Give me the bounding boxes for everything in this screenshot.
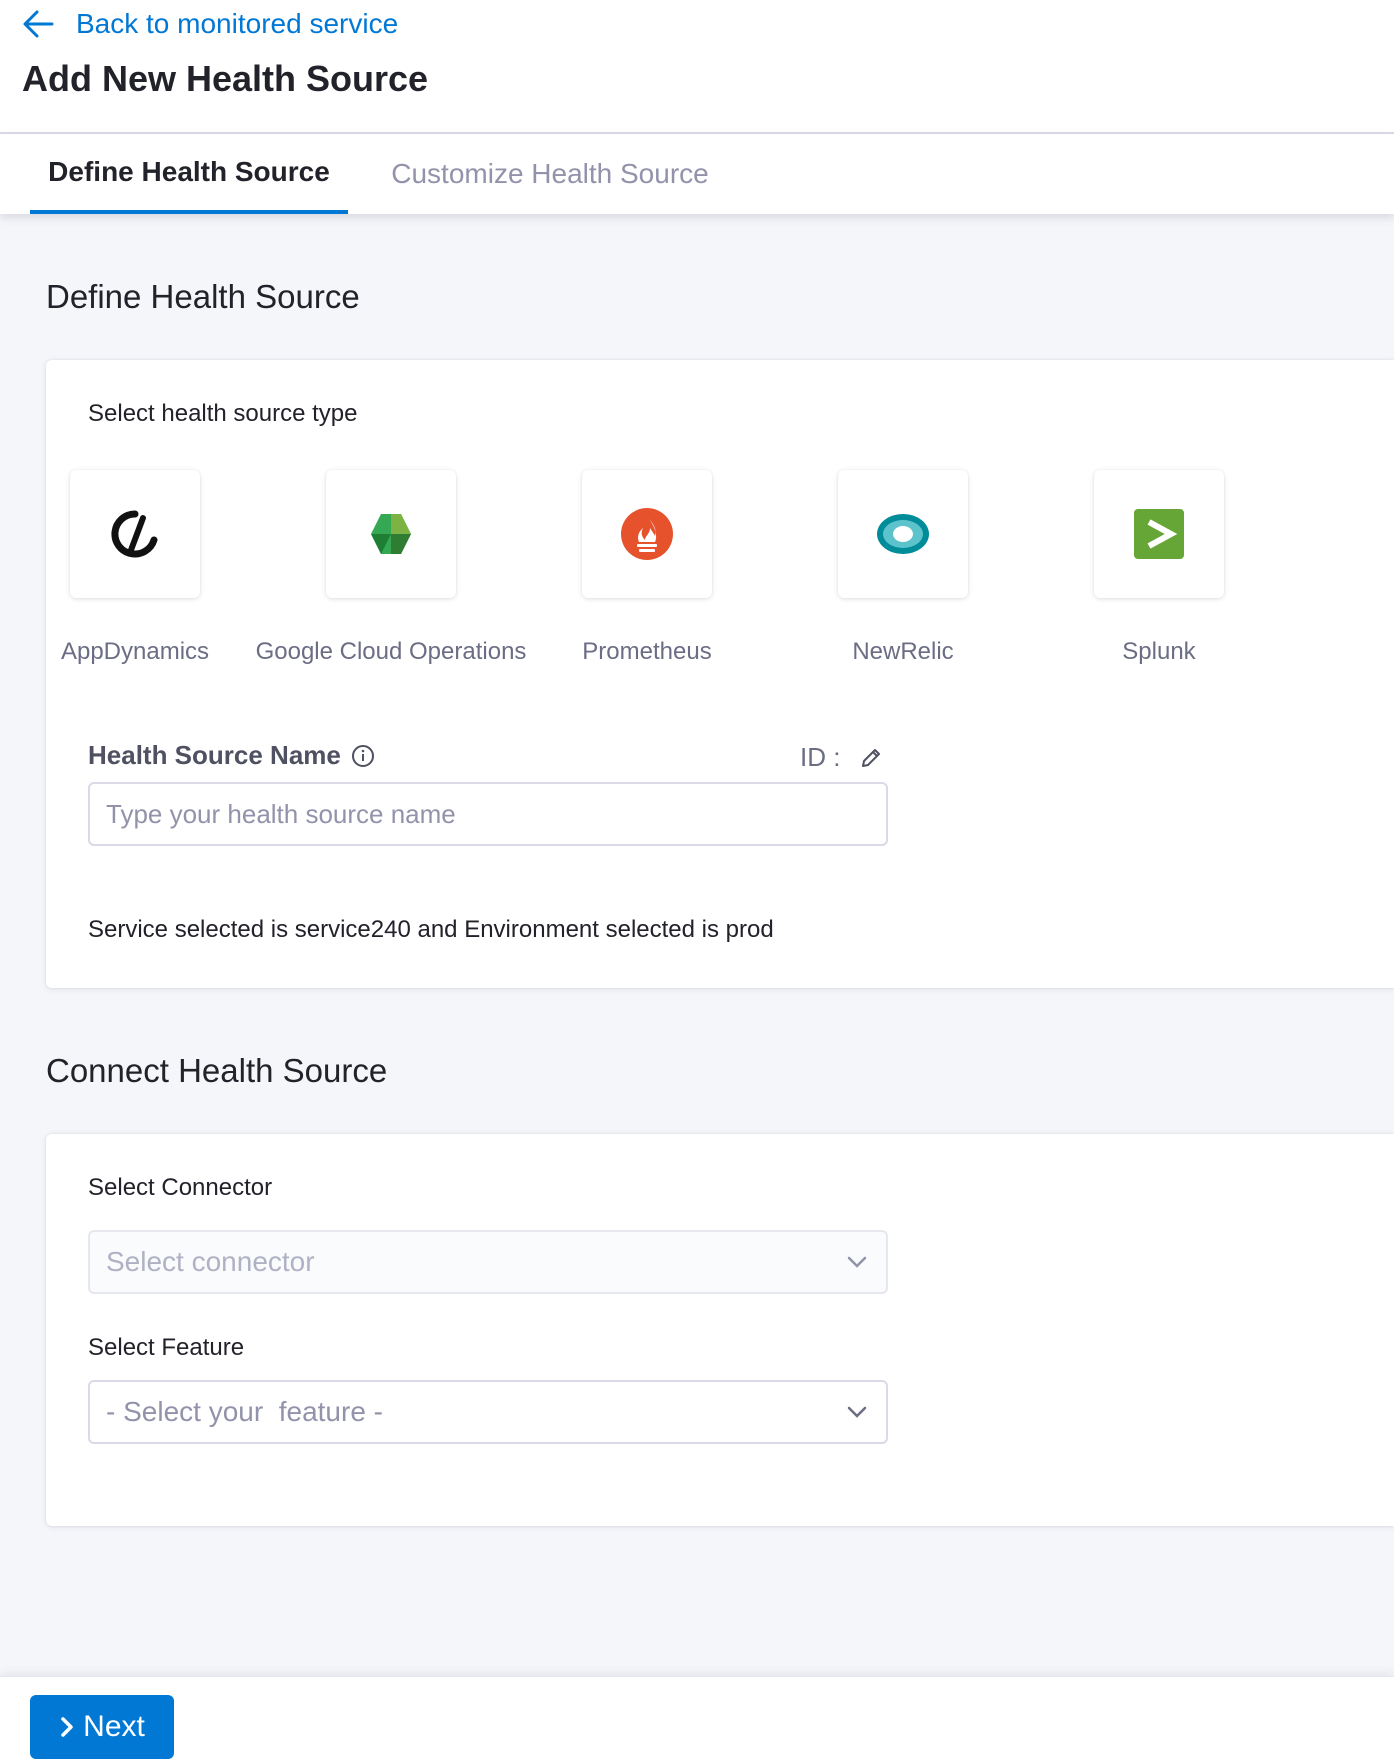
source-tile-box	[70, 470, 200, 598]
page-title: Add New Health Source	[22, 58, 429, 99]
source-name: AppDynamics	[60, 638, 210, 665]
health-source-id: ID :	[800, 742, 882, 773]
back-to-monitored-service-link[interactable]: Back to monitored service	[22, 6, 398, 42]
newrelic-logo-icon	[877, 514, 929, 554]
next-button-label: Next	[83, 1710, 145, 1743]
source-name: Prometheus	[582, 638, 712, 665]
select-connector-label: Select Connector	[88, 1174, 273, 1201]
feature-select-placeholder: - Select your feature -	[106, 1396, 384, 1427]
source-tile-box	[838, 470, 968, 598]
next-button[interactable]: Next	[30, 1695, 174, 1759]
connector-select[interactable]: Select connector	[88, 1230, 888, 1294]
pencil-icon[interactable]	[860, 747, 882, 769]
connector-select-placeholder: Select connector	[106, 1246, 315, 1277]
feature-select[interactable]: - Select your feature -	[88, 1380, 888, 1444]
source-tile-box	[1094, 470, 1224, 598]
tab-customize-health-source[interactable]: Customize Health Source	[380, 134, 720, 214]
wizard-tabs: Define Health Source Customize Health So…	[0, 134, 1394, 214]
id-label: ID :	[800, 742, 841, 772]
page-header: Back to monitored service Add New Health…	[0, 0, 1394, 134]
source-tile-box	[326, 470, 456, 598]
chevron-down-icon	[847, 1256, 867, 1268]
chevron-down-icon	[847, 1406, 867, 1418]
source-tile-splunk[interactable]: Splunk	[1014, 470, 1304, 680]
appdynamics-logo-icon	[111, 510, 158, 558]
source-tile-google-cloud-operations[interactable]: Google Cloud Operations	[246, 470, 536, 680]
wizard-footer: Next	[0, 1676, 1394, 1764]
google-cloud-operations-logo-icon	[371, 514, 411, 554]
select-feature-label: Select Feature	[88, 1334, 245, 1361]
arrow-left-icon	[23, 10, 54, 38]
selection-info-text: Service selected is service240 and Envir…	[88, 916, 774, 943]
chevron-right-icon	[61, 1717, 73, 1737]
tab-define-health-source[interactable]: Define Health Source	[30, 134, 348, 214]
source-name: Splunk	[1122, 638, 1196, 665]
health-source-name-label-text: Health Source Name	[88, 740, 341, 770]
define-health-source-card: Select health source type AppDynamics Go…	[46, 360, 1394, 988]
health-source-name-label: Health Source Name	[88, 740, 375, 771]
health-source-type-list: AppDynamics Google Cloud Operations Prom…	[0, 470, 1270, 680]
splunk-logo-icon	[1134, 509, 1184, 559]
back-link-label: Back to monitored service	[76, 8, 399, 39]
select-type-label: Select health source type	[88, 400, 358, 427]
source-tile-newrelic[interactable]: NewRelic	[758, 470, 1048, 680]
connect-section-title: Connect Health Source	[46, 1052, 388, 1089]
source-tile-appdynamics[interactable]: AppDynamics	[0, 470, 280, 680]
info-icon[interactable]	[351, 744, 375, 768]
source-tile-box	[582, 470, 712, 598]
health-source-name-input[interactable]	[88, 782, 888, 846]
source-name: Google Cloud Operations	[255, 638, 527, 665]
source-name: NewRelic	[852, 638, 954, 665]
connect-health-source-card: Select Connector Select connector Select…	[46, 1134, 1394, 1526]
source-tile-prometheus[interactable]: Prometheus	[502, 470, 792, 680]
prometheus-logo-icon	[621, 508, 673, 560]
define-section-title: Define Health Source	[46, 278, 360, 315]
